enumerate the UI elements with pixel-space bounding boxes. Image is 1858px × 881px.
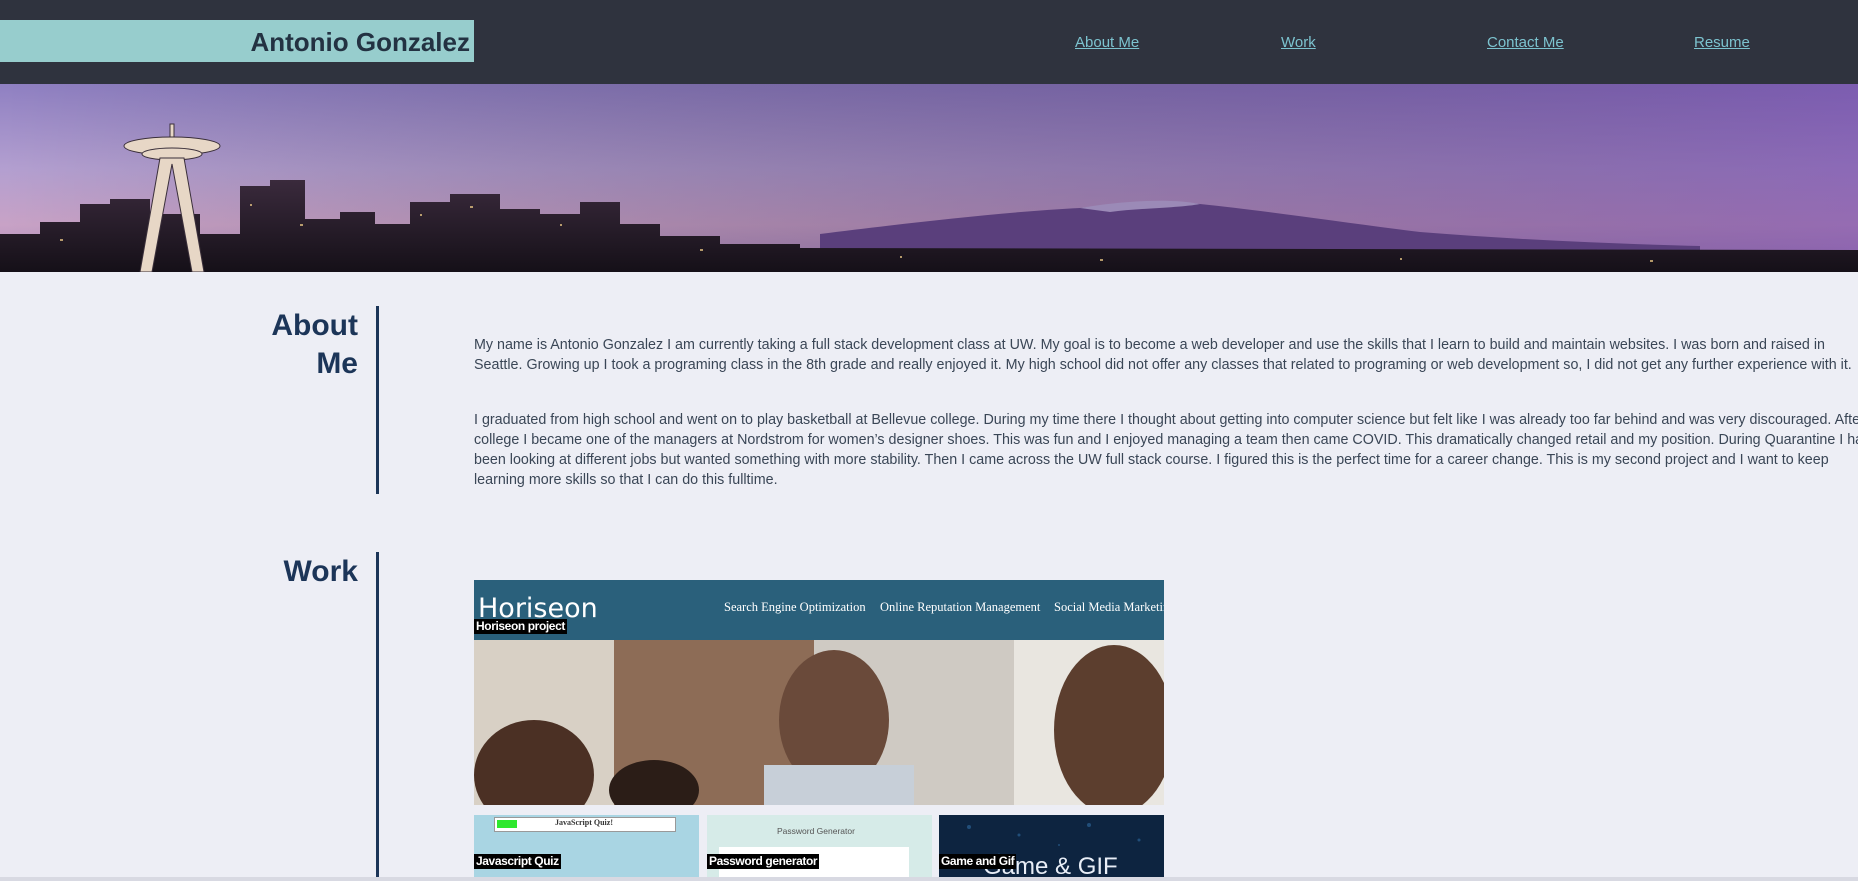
horiseon-project-label[interactable]: Horiseon project — [474, 619, 567, 634]
project-tile-password-generator[interactable]: Password Generator Password generator — [707, 815, 932, 877]
game-and-gif-label[interactable]: Game and Gif — [939, 854, 1017, 869]
horiseon-nav-item-3: Social Media Marketing — [1054, 600, 1164, 614]
work-divider — [376, 552, 379, 881]
site-header: Antonio Gonzalez About Me Work Contact M… — [0, 0, 1858, 84]
work-heading: Work — [283, 555, 358, 588]
nav-link-resume[interactable]: Resume — [1694, 34, 1750, 51]
hero-skyline-image — [0, 84, 1858, 272]
about-me-divider — [376, 306, 379, 494]
about-me-paragraph-1: My name is Antonio Gonzalez I am current… — [474, 337, 1852, 373]
quiz-green-button-icon — [497, 820, 517, 828]
nav-link-about-me[interactable]: About Me — [1075, 34, 1139, 51]
password-generator-header: Password Generator — [777, 826, 855, 836]
brand-banner: Antonio Gonzalez — [0, 20, 474, 62]
project-tile-javascript-quiz[interactable]: JavaScript Quiz! Javascript Quiz — [474, 815, 699, 877]
about-me-heading: About Me — [188, 307, 358, 383]
page-bottom-edge — [0, 877, 1858, 881]
featured-project-horiseon[interactable]: Horiseon Search Engine Optimization Onli… — [474, 580, 1164, 805]
about-me-heading-line2: Me — [316, 347, 358, 380]
horiseon-nav-item-2: Online Reputation Management — [880, 600, 1041, 614]
nav-link-work[interactable]: Work — [1281, 34, 1316, 51]
site-owner-name: Antonio Gonzalez — [250, 27, 470, 57]
nav-link-contact-me[interactable]: Contact Me — [1487, 34, 1564, 51]
quiz-header-bar: JavaScript Quiz! — [494, 817, 676, 832]
horiseon-nav-item-1: Search Engine Optimization — [724, 600, 866, 614]
password-generator-label[interactable]: Password generator — [707, 854, 820, 869]
about-me-paragraph-2: I graduated from high school and went on… — [474, 412, 1858, 488]
about-me-heading-line1: About — [271, 309, 358, 342]
javascript-quiz-label[interactable]: Javascript Quiz — [474, 854, 561, 869]
project-tile-game-and-gif[interactable]: Game & GIF Game and Gif — [939, 815, 1164, 877]
quiz-header-text: JavaScript Quiz! — [555, 818, 613, 827]
